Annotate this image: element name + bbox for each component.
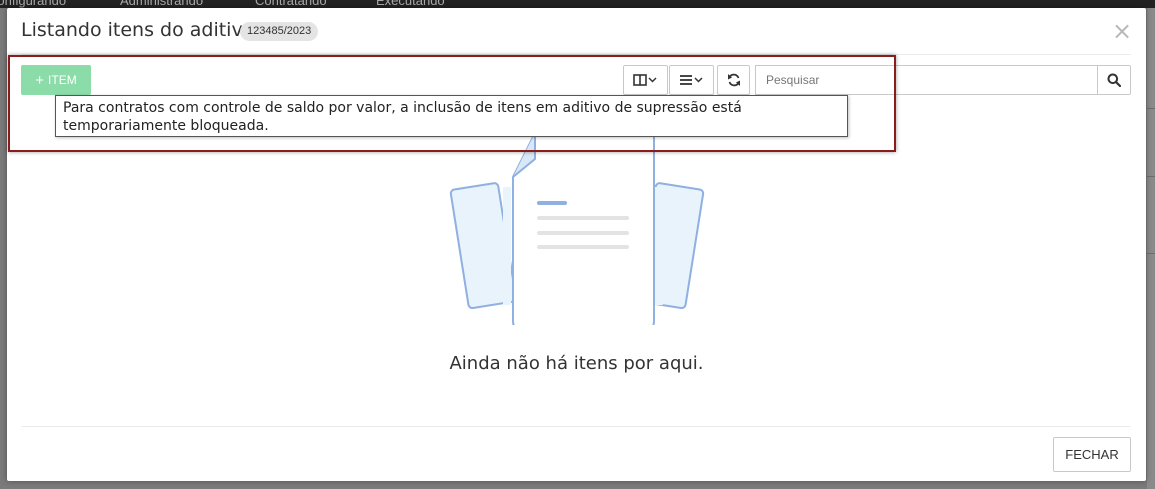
header-divider xyxy=(21,54,1131,55)
background-nav-item: Configurando xyxy=(0,0,67,8)
documents-illustration xyxy=(449,133,705,325)
background-page-edge xyxy=(1147,8,1155,489)
background-nav-item: Administrando xyxy=(120,0,204,8)
plus-icon: + xyxy=(35,71,45,89)
list-icon xyxy=(679,75,703,85)
columns-toggle-button[interactable] xyxy=(623,65,668,95)
search-button[interactable] xyxy=(1097,65,1131,95)
empty-state-message: Ainda não há itens por aqui. xyxy=(449,353,704,374)
footer-divider xyxy=(21,426,1131,427)
background-nav-item: Executando xyxy=(376,0,445,8)
refresh-button[interactable] xyxy=(717,65,750,95)
close-button[interactable]: FECHAR xyxy=(1053,437,1131,472)
close-icon[interactable]: × xyxy=(1112,19,1132,43)
background-navbar: Configurando Administrando Contratando E… xyxy=(0,0,1155,8)
items-modal: Listando itens do aditivo 123485/2023 × … xyxy=(7,8,1146,481)
disabled-reason-tooltip: Para contratos com controle de saldo por… xyxy=(55,95,848,137)
search-input[interactable] xyxy=(755,65,1098,95)
background-nav-item: Contratando xyxy=(255,0,327,8)
contract-badge: 123485/2023 xyxy=(240,22,319,41)
add-item-label: ITEM xyxy=(48,73,77,87)
refresh-icon xyxy=(727,73,740,87)
search-icon xyxy=(1107,73,1121,87)
columns-icon xyxy=(632,74,657,86)
add-item-button[interactable]: + ITEM xyxy=(21,65,91,95)
modal-title: Listando itens do aditivo xyxy=(21,19,255,41)
list-options-button[interactable] xyxy=(669,65,714,95)
